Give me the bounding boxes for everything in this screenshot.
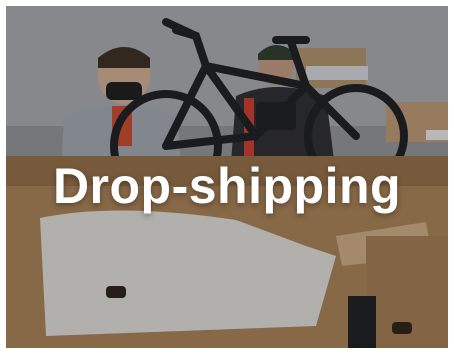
page-background: Drop-shipping [0, 0, 454, 354]
card-title: Drop-shipping [52, 158, 402, 214]
category-card-drop-shipping[interactable]: Drop-shipping [6, 6, 448, 348]
